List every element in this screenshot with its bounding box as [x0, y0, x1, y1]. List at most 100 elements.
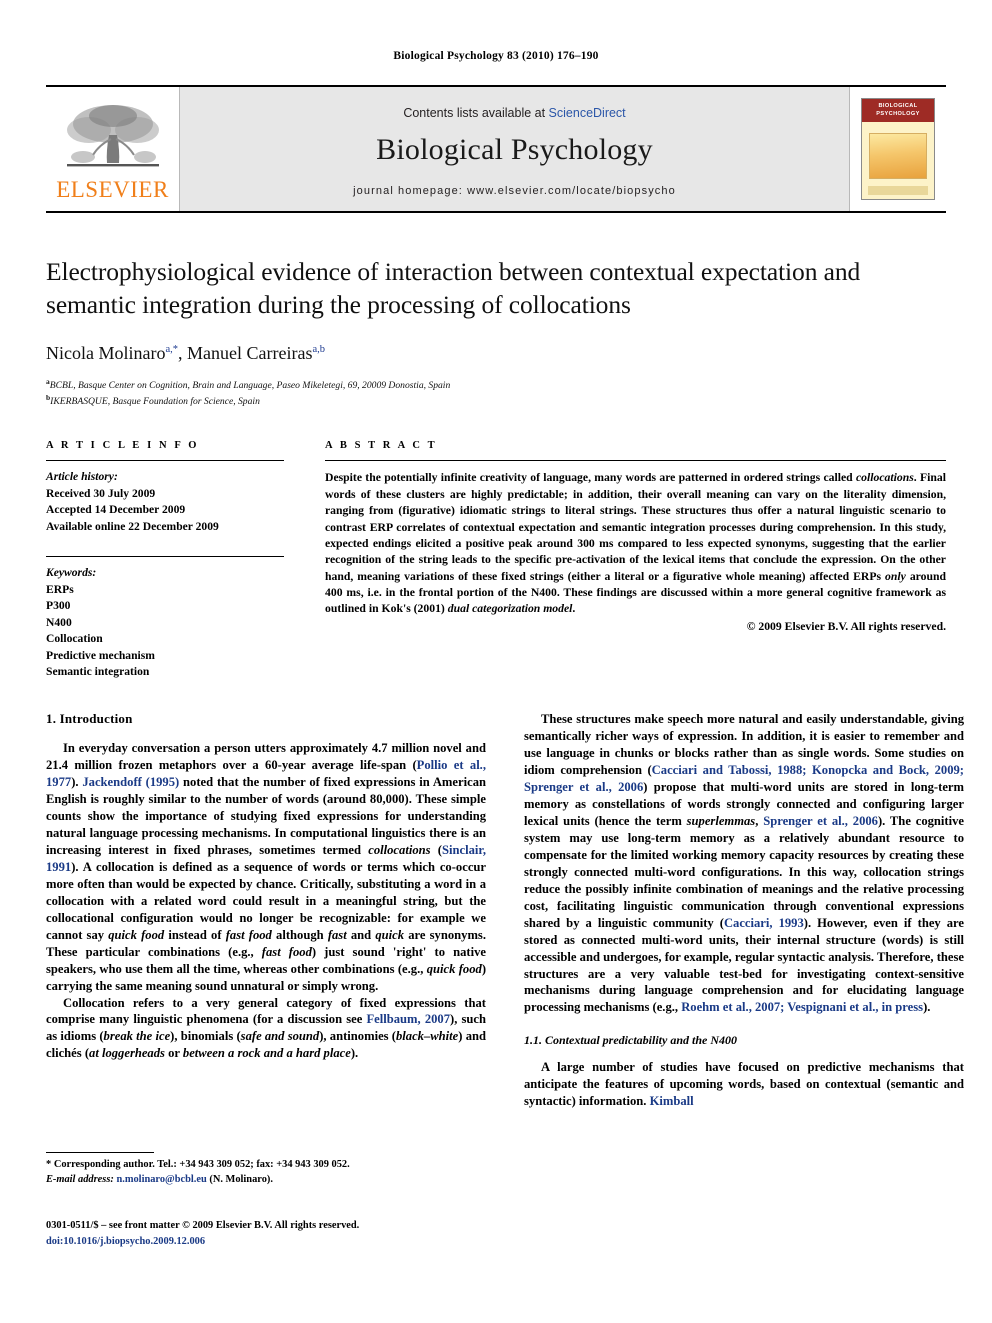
- doi-line: doi:10.1016/j.biopsycho.2009.12.006: [46, 1234, 516, 1250]
- contents-prefix: Contents lists available at: [403, 105, 549, 120]
- text-fragment: although: [271, 927, 328, 942]
- elsevier-tree-icon: [66, 105, 159, 167]
- right-column: These structures make speech more natura…: [524, 711, 964, 1110]
- text-fragment: A large number of studies have focused o…: [524, 1060, 964, 1109]
- elsevier-wordmark: ELSEVIER: [56, 177, 169, 202]
- paragraph: Collocation refers to a very general cat…: [46, 995, 486, 1063]
- history-item: Received 30 July 2009: [46, 486, 156, 500]
- text-fragment: ), binomials (: [170, 1029, 241, 1044]
- text-fragment: or: [164, 1046, 183, 1061]
- abstract-fragment: .: [572, 602, 576, 616]
- citation-link[interactable]: Kimball: [650, 1094, 694, 1108]
- left-column: 1. Introduction In everyday conversation…: [46, 711, 486, 1110]
- section-heading-subsection: 1.1. Contextual predictability and the N…: [524, 1033, 738, 1048]
- paragraph: In everyday conversation a person utters…: [46, 740, 486, 994]
- cover-photo: [869, 133, 927, 179]
- journal-masthead: ELSEVIER Contents lists available at Sci…: [46, 85, 946, 213]
- article-info-column: A R T I C L E I N F O Article history: R…: [46, 440, 284, 680]
- body-two-column-region: 1. Introduction In everyday conversation…: [46, 711, 964, 1110]
- cover-title-line1: BIOLOGICAL: [878, 103, 918, 109]
- affiliation-text: BCBL, Basque Center on Cognition, Brain …: [49, 380, 451, 392]
- email-label: E-mail address:: [46, 1173, 114, 1185]
- text-emphasis: quick: [375, 927, 405, 942]
- citation-link[interactable]: Cacciari, 1993: [724, 916, 804, 930]
- text-emphasis: fast food: [225, 927, 272, 942]
- text-emphasis: at loggerheads: [89, 1046, 165, 1061]
- text-fragment: ), antinomies (: [319, 1029, 396, 1044]
- citation-link[interactable]: Roehm et al., 2007; Vespignani et al., i…: [681, 1000, 923, 1014]
- citation-link[interactable]: Sprenger et al., 2006: [763, 814, 878, 828]
- journal-article-page: Biological Psychology 83 (2010) 176–190: [0, 0, 992, 1323]
- author-affil-marks: a,b: [312, 344, 326, 356]
- keyword-item: ERPs: [46, 582, 74, 596]
- text-fragment: ).: [71, 775, 83, 790]
- text-fragment: ,: [755, 814, 764, 829]
- author-name[interactable]: Nicola Molinaro: [46, 343, 165, 363]
- cover-footer-band: [868, 186, 928, 195]
- doi-link[interactable]: 10.1016/j.biopsycho.2009.12.006: [63, 1236, 205, 1247]
- text-fragment: ).: [923, 1000, 931, 1015]
- text-emphasis: superlemmas: [686, 814, 756, 829]
- sciencedirect-link[interactable]: ScienceDirect: [549, 106, 626, 120]
- journal-title: Biological Psychology: [376, 132, 653, 166]
- cover-title: BIOLOGICAL PSYCHOLOGY: [862, 99, 934, 123]
- text-emphasis: black–white: [396, 1029, 459, 1044]
- cover-title-line2: PSYCHOLOGY: [876, 110, 920, 117]
- history-item: Accepted 14 December 2009: [46, 503, 186, 517]
- copyright-line: © 2009 Elsevier B.V. All rights reserved…: [746, 619, 946, 633]
- text-fragment: ).: [350, 1046, 359, 1061]
- affiliation-list: aBCBL, Basque Center on Cognition, Brain…: [46, 377, 946, 409]
- keywords-label: Keywords:: [46, 566, 97, 580]
- email-link[interactable]: n.molinaro@bcbl.eu: [116, 1174, 206, 1185]
- affiliation-item: aBCBL, Basque Center on Cognition, Brain…: [46, 377, 946, 393]
- text-fragment: (: [430, 843, 443, 858]
- running-head: Biological Psychology 83 (2010) 176–190: [393, 50, 599, 62]
- corresponding-author-note: * Corresponding author. Tel.: +34 943 30…: [46, 1158, 486, 1188]
- masthead-center: Contents lists available at ScienceDirec…: [180, 87, 849, 211]
- text-fragment: ). The cognitive system may use long-ter…: [524, 814, 964, 930]
- affiliation-text: IKERBASQUE, Basque Foundation for Scienc…: [50, 396, 260, 408]
- abstract-emphasis: collocations: [856, 471, 914, 485]
- abstract-fragment: Despite the potentially infinite creativ…: [325, 471, 856, 485]
- footnote-marker: *: [46, 1159, 52, 1170]
- text-fragment: and: [346, 927, 376, 942]
- abstract-emphasis: dual categorization model: [447, 602, 573, 616]
- keyword-item: N400: [46, 615, 72, 629]
- keyword-item: Semantic integration: [46, 665, 150, 678]
- text-emphasis: fast food: [261, 944, 312, 959]
- abstract-column: A B S T R A C T Despite the potentially …: [325, 440, 946, 680]
- keyword-item: P300: [46, 599, 71, 613]
- keyword-item: Predictive mechanism: [46, 648, 155, 662]
- issn-copyright-line: 0301-0511/$ – see front matter © 2009 El…: [46, 1220, 360, 1231]
- author-name[interactable]: Manuel Carreiras: [187, 343, 312, 363]
- article-history-label: Article history:: [46, 470, 118, 484]
- abstract-emphasis: only: [885, 569, 906, 583]
- info-abstract-region: A R T I C L E I N F O Article history: R…: [46, 440, 946, 680]
- footnote-text: Corresponding author. Tel.: +34 943 309 …: [53, 1159, 350, 1170]
- text-emphasis: break the ice: [103, 1029, 171, 1044]
- paragraph: A large number of studies have focused o…: [524, 1059, 964, 1110]
- text-emphasis: quick food: [426, 961, 482, 976]
- doi-label: doi:: [46, 1235, 64, 1247]
- section-heading-introduction: 1. Introduction: [46, 711, 133, 727]
- text-emphasis: quick food: [108, 927, 165, 942]
- citation-link[interactable]: Fellbaum, 2007: [366, 1012, 450, 1026]
- text-emphasis: collocations: [368, 843, 431, 858]
- abstract-text: Despite the potentially infinite creativ…: [325, 461, 946, 617]
- text-fragment: instead of: [164, 927, 226, 942]
- abstract-fragment: . Final words of these clusters are high…: [325, 471, 947, 583]
- footnote-region: * Corresponding author. Tel.: +34 943 30…: [46, 1152, 486, 1188]
- journal-homepage-link[interactable]: journal homepage: www.elsevier.com/locat…: [353, 185, 676, 197]
- footnote-divider: [46, 1152, 154, 1153]
- citation-link[interactable]: Jackendoff (1995): [82, 775, 179, 789]
- keywords-group: Keywords: ERPs P300 N400 Collocation Pre…: [46, 557, 284, 680]
- affiliation-item: bIKERBASQUE, Basque Foundation for Scien…: [46, 393, 946, 409]
- cover-image: BIOLOGICAL PSYCHOLOGY: [861, 98, 935, 200]
- history-item: Available online 22 December 2009: [46, 519, 219, 533]
- paragraph: These structures make speech more natura…: [524, 711, 964, 1016]
- footer-region: 0301-0511/$ – see front matter © 2009 El…: [46, 1218, 516, 1249]
- publisher-logo: ELSEVIER: [46, 87, 180, 211]
- text-emphasis: safe and sound: [240, 1029, 320, 1044]
- journal-cover-thumbnail: BIOLOGICAL PSYCHOLOGY: [849, 87, 946, 211]
